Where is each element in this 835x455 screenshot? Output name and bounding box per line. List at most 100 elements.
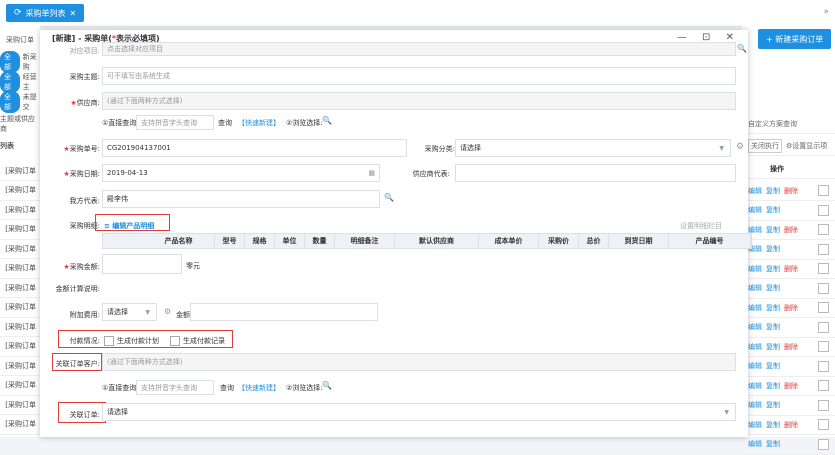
more-tabs-icon[interactable]: »: [823, 7, 829, 17]
category-select[interactable]: 请选择 ▼: [455, 139, 731, 157]
bg-tag[interactable]: 全部: [0, 91, 20, 113]
row-checkbox[interactable]: [818, 185, 829, 196]
copy-link[interactable]: 复制: [766, 244, 780, 254]
bg-table-row[interactable]: [采购订单: [0, 278, 40, 298]
edit-link[interactable]: 编辑: [748, 205, 762, 215]
row-checkbox[interactable]: [818, 360, 829, 372]
copy-link[interactable]: 复制: [766, 283, 780, 293]
delete-link[interactable]: 删除: [784, 342, 798, 352]
supplier-input[interactable]: (通过下面两种方式选择): [102, 92, 736, 110]
order-no-input[interactable]: CG201904137001: [102, 139, 407, 157]
bg-filter-row-1[interactable]: 全部 新采购: [0, 51, 40, 73]
copy-link[interactable]: 复制: [766, 264, 780, 274]
our-rep-input[interactable]: 殿李伟: [102, 190, 380, 208]
bg-table-row[interactable]: [采购订单: [0, 220, 40, 240]
project-input[interactable]: 点击选择对应项目: [102, 42, 736, 56]
row-checkbox[interactable]: [818, 302, 829, 313]
edit-link[interactable]: 编辑: [748, 303, 762, 313]
bg-table-row[interactable]: [采购订单: [0, 161, 40, 181]
rel-customer-input[interactable]: (通过下面两种方式选择): [102, 353, 736, 371]
edit-link[interactable]: 编辑: [748, 381, 762, 391]
rel-query-button[interactable]: 查询: [220, 383, 234, 393]
custom-query-select[interactable]: 自定义方案查询: [742, 114, 835, 134]
bg-tag[interactable]: 全部: [0, 71, 20, 93]
rel-direct-query-input[interactable]: 支持拼音字头查询: [136, 380, 214, 395]
delete-link[interactable]: 删除: [784, 420, 798, 430]
amount-input[interactable]: [102, 254, 182, 274]
edit-link[interactable]: 编辑: [748, 283, 762, 293]
row-checkbox[interactable]: [818, 224, 829, 235]
subject-input[interactable]: 可不填写由系统生成: [102, 67, 736, 85]
copy-link[interactable]: 复制: [766, 400, 780, 410]
row-checkbox[interactable]: [818, 399, 829, 411]
edit-link[interactable]: 编辑: [748, 439, 762, 449]
row-checkbox[interactable]: [818, 282, 829, 294]
copy-link[interactable]: 复制: [766, 342, 780, 352]
supplier-rep-input[interactable]: [455, 164, 736, 182]
delete-link[interactable]: 删除: [784, 186, 798, 196]
rel-order-select[interactable]: 请选择 ▼: [102, 403, 736, 421]
bg-table-row[interactable]: [采购订单: [0, 181, 40, 201]
row-checkbox[interactable]: [818, 380, 829, 391]
refresh-icon[interactable]: ⟳: [14, 8, 22, 18]
bg-table-row[interactable]: [采购订单: [0, 259, 40, 279]
edit-link[interactable]: 编辑: [748, 420, 762, 430]
search-icon[interactable]: 🔍: [384, 193, 394, 202]
edit-link[interactable]: 编辑: [748, 342, 762, 352]
copy-link[interactable]: 复制: [766, 186, 780, 196]
amount2-input[interactable]: [190, 303, 378, 321]
row-checkbox[interactable]: [818, 341, 829, 352]
search-icon[interactable]: 🔍: [737, 44, 747, 53]
delete-link[interactable]: 删除: [784, 381, 798, 391]
copy-link[interactable]: 复制: [766, 322, 780, 332]
bg-table-row[interactable]: [采购订单: [0, 298, 40, 318]
edit-link[interactable]: 编辑: [748, 322, 762, 332]
row-checkbox[interactable]: [818, 419, 829, 430]
bg-table-row[interactable]: [采购订单: [0, 317, 40, 337]
row-checkbox[interactable]: [818, 321, 829, 333]
bg-tag[interactable]: 全部: [0, 51, 20, 73]
close-tab-icon[interactable]: ✕: [70, 9, 77, 18]
bg-filter-row-2[interactable]: 全部 经营主: [0, 71, 40, 93]
bg-table-row[interactable]: [采购订单: [0, 356, 40, 376]
edit-link[interactable]: 编辑: [748, 186, 762, 196]
bg-table-row[interactable]: [采购订单: [0, 415, 40, 435]
edit-link[interactable]: 编辑: [748, 400, 762, 410]
query-button[interactable]: 查询: [218, 118, 232, 128]
gear-icon[interactable]: ⚙: [736, 142, 744, 152]
delete-link[interactable]: 删除: [784, 264, 798, 274]
delete-link[interactable]: 删除: [784, 303, 798, 313]
new-purchase-order-button[interactable]: + 新建采购订单: [758, 29, 832, 49]
copy-link[interactable]: 复制: [766, 205, 780, 215]
extra-fee-select[interactable]: 请选择 ▼: [102, 303, 157, 321]
bg-table-row[interactable]: [采购订单: [0, 200, 40, 220]
tab-purchase-list[interactable]: ⟳ 采购单列表 ✕: [6, 4, 85, 22]
calendar-icon[interactable]: ▦: [368, 169, 375, 177]
browse-search-icon[interactable]: 🔍: [322, 116, 332, 125]
delete-link[interactable]: 删除: [784, 225, 798, 235]
row-checkbox[interactable]: [818, 204, 829, 216]
close-exec-button[interactable]: 关闭执行: [748, 138, 782, 153]
row-checkbox[interactable]: [818, 438, 829, 450]
bg-table-row[interactable]: [采购订单: [0, 239, 40, 259]
bg-table-row[interactable]: [采购订单: [0, 395, 40, 415]
set-detail-columns[interactable]: 设置明细栏目: [680, 221, 722, 231]
copy-link[interactable]: 复制: [766, 361, 780, 371]
copy-link[interactable]: 复制: [766, 439, 780, 449]
gear-icon[interactable]: ⚙: [164, 307, 171, 316]
date-input[interactable]: 2019-04-13 ▦: [102, 164, 380, 182]
bg-filter-row-3[interactable]: 全部 未提交: [0, 91, 40, 113]
bg-table-row[interactable]: [采购订单: [0, 376, 40, 396]
edit-link[interactable]: 编辑: [748, 361, 762, 371]
copy-link[interactable]: 复制: [766, 303, 780, 313]
edit-link[interactable]: 编辑: [748, 264, 762, 274]
quick-new-link[interactable]: 【快速新建】: [238, 118, 280, 128]
rel-quick-new-link[interactable]: 【快速新建】: [238, 383, 280, 393]
row-checkbox[interactable]: [818, 243, 829, 255]
browse-search-icon[interactable]: 🔍: [322, 381, 332, 390]
settings-button[interactable]: 设置显示项: [792, 141, 827, 151]
row-checkbox[interactable]: [818, 263, 829, 274]
copy-link[interactable]: 复制: [766, 420, 780, 430]
bg-table-row[interactable]: [采购订单: [0, 337, 40, 357]
copy-link[interactable]: 复制: [766, 381, 780, 391]
